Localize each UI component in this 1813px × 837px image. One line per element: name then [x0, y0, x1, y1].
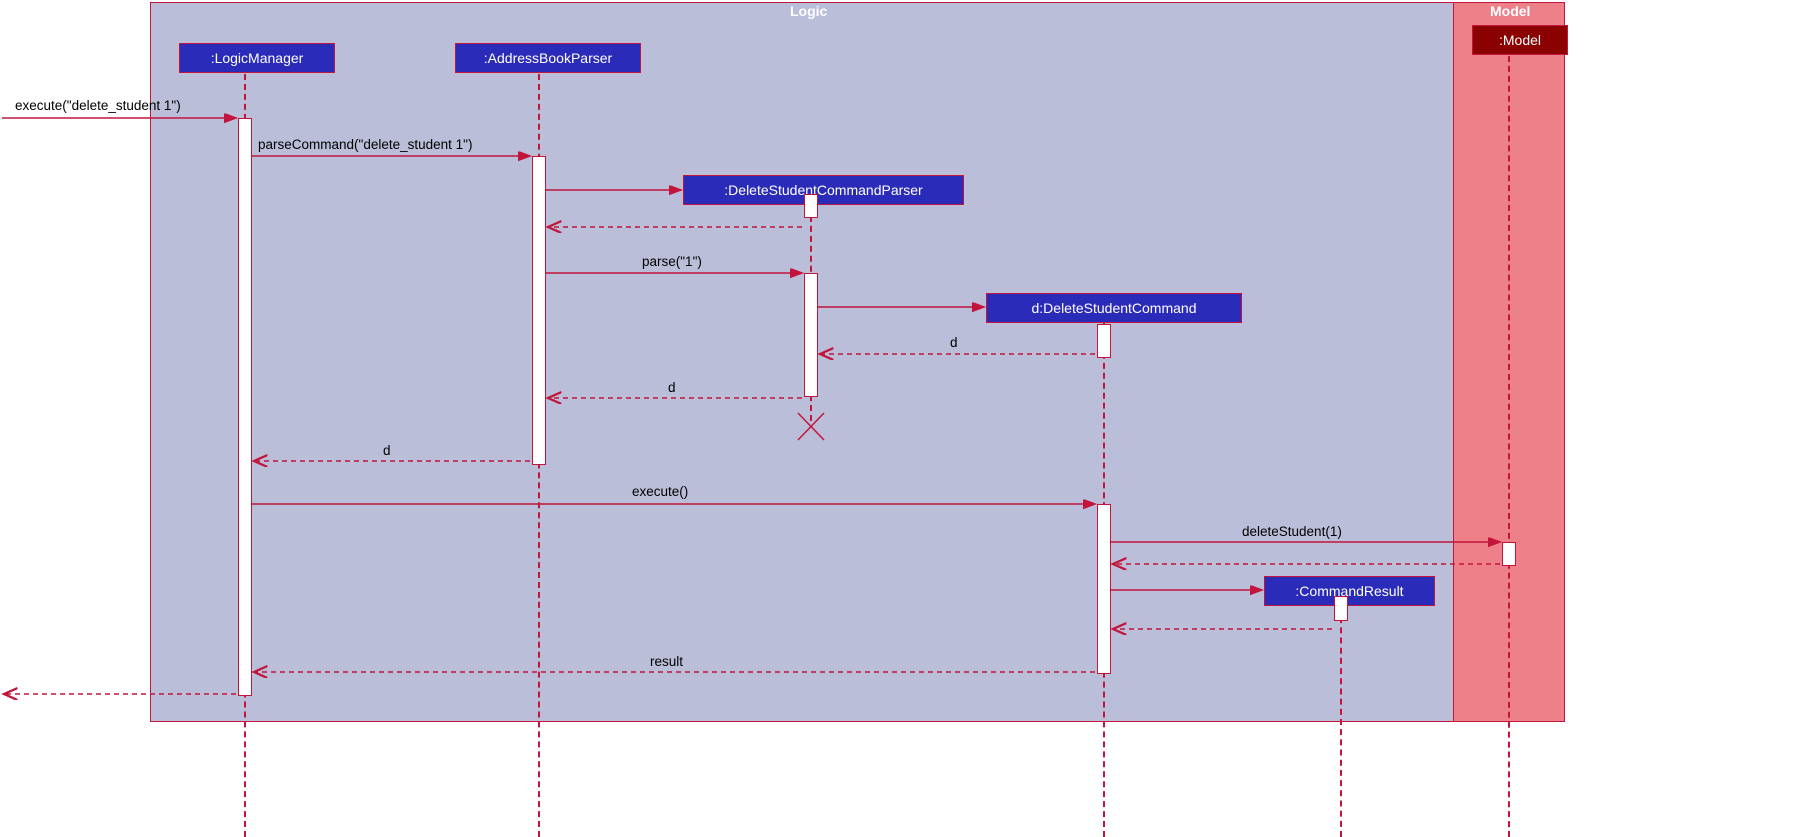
- sequence-diagram: Logic Model :LogicManager :AddressBookPa…: [0, 0, 1813, 837]
- msg-delete-student: deleteStudent(1): [1242, 524, 1342, 539]
- frame-title-model: Model: [1490, 3, 1530, 19]
- participant-address-book-parser: :AddressBookParser: [455, 43, 641, 73]
- label-command-result: :CommandResult: [1295, 583, 1403, 599]
- participant-delete-student-command-parser: :DeleteStudentCommandParser: [683, 175, 964, 205]
- activation-dscp-create: [804, 194, 818, 218]
- msg-result: result: [650, 654, 683, 669]
- participant-logic-manager: :LogicManager: [179, 43, 335, 73]
- participant-model: :Model: [1472, 25, 1568, 55]
- label-dsc: d:DeleteStudentCommand: [1032, 300, 1197, 316]
- frame-logic: [150, 2, 1455, 722]
- msg-parse-command: parseCommand("delete_student 1"): [258, 137, 472, 152]
- lifeline-command-result: [1340, 607, 1342, 837]
- activation-dsc-create: [1097, 324, 1111, 358]
- activation-model: [1502, 542, 1516, 566]
- activation-logic-manager: [238, 118, 252, 696]
- label-dscp: :DeleteStudentCommandParser: [724, 182, 922, 198]
- msg-execute: execute(): [632, 484, 688, 499]
- label-model: :Model: [1499, 32, 1541, 48]
- activation-command-result: [1334, 596, 1348, 621]
- msg-d1: d: [950, 335, 958, 350]
- activation-dscp-parse: [804, 273, 818, 397]
- label-address-book-parser: :AddressBookParser: [484, 50, 612, 66]
- participant-delete-student-command: d:DeleteStudentCommand: [986, 293, 1242, 323]
- frame-title-logic: Logic: [790, 3, 827, 19]
- participant-command-result: :CommandResult: [1264, 576, 1435, 606]
- activation-address-book-parser: [532, 156, 546, 465]
- label-logic-manager: :LogicManager: [211, 50, 304, 66]
- activation-dsc-execute: [1097, 504, 1111, 674]
- msg-execute-in: execute("delete_student 1"): [15, 98, 181, 113]
- lifeline-model: [1508, 56, 1510, 837]
- msg-d3: d: [383, 443, 391, 458]
- msg-parse1: parse("1"): [642, 254, 702, 269]
- msg-d2: d: [668, 380, 676, 395]
